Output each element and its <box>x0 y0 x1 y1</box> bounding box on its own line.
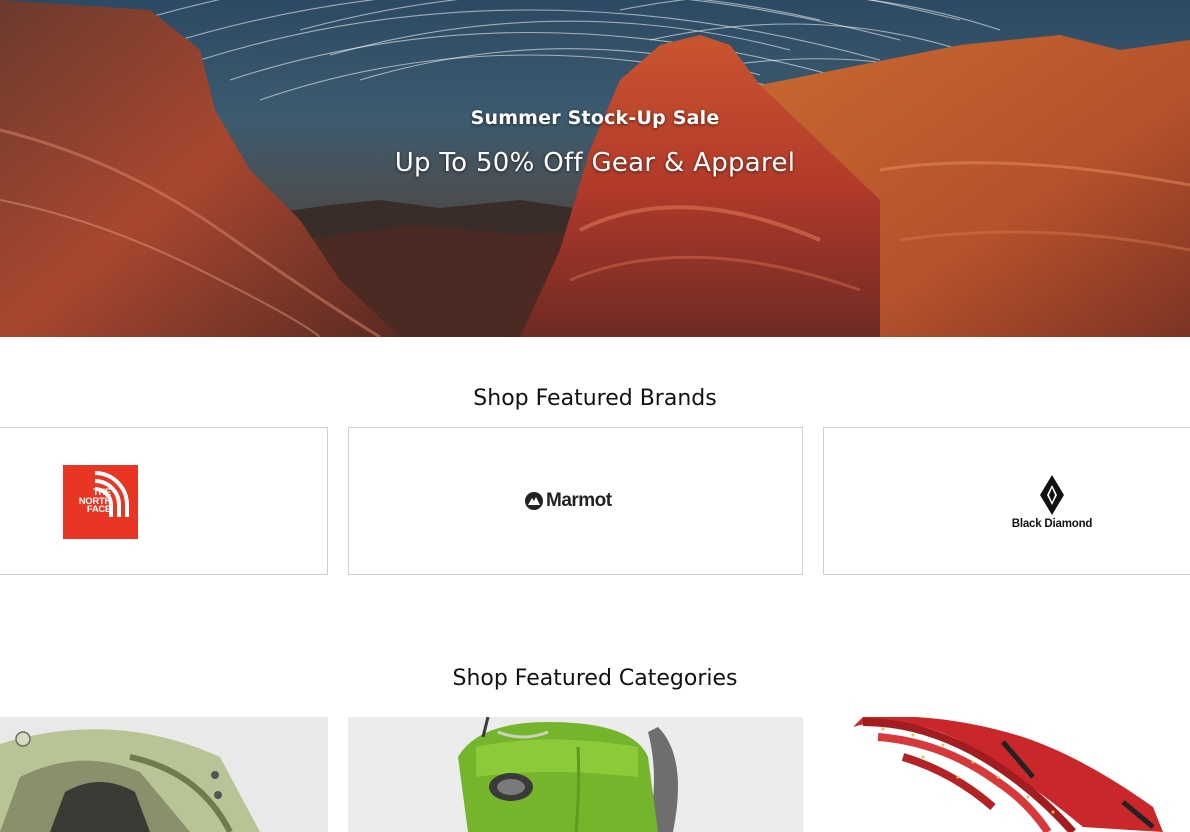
climbing-rope-image <box>823 717 1190 832</box>
tnf-line-3: FACE <box>86 504 111 515</box>
category-tile-packs[interactable] <box>348 717 803 832</box>
tent-image <box>0 717 328 832</box>
hero-banner[interactable]: Summer Stock-Up Sale Up To 50% Off Gear … <box>0 0 1190 337</box>
marmot-wordmark: Marmot <box>546 490 612 511</box>
backpack-image <box>348 717 803 832</box>
black-diamond-icon <box>1040 475 1064 515</box>
hero-kicker: Summer Stock-Up Sale <box>470 107 720 129</box>
category-tile-tents[interactable] <box>0 717 328 832</box>
brand-card-black-diamond[interactable]: Black Diamond <box>823 427 1190 575</box>
brand-card-marmot[interactable]: Marmot <box>348 427 803 575</box>
the-north-face-logo: THE NORTH FACE <box>63 465 138 539</box>
marmot-mountain-icon <box>525 492 543 510</box>
marmot-logo: Marmot <box>525 490 612 512</box>
featured-categories-heading: Shop Featured Categories <box>452 666 738 691</box>
featured-brands-heading: Shop Featured Brands <box>473 386 717 411</box>
black-diamond-wordmark: Black Diamond <box>1011 518 1093 530</box>
category-tile-ropes[interactable] <box>823 717 1190 832</box>
black-diamond-logo: Black Diamond <box>1000 473 1104 533</box>
brand-card-the-north-face[interactable]: THE NORTH FACE <box>0 427 328 575</box>
hero-title: Up To 50% Off Gear & Apparel <box>394 148 796 178</box>
